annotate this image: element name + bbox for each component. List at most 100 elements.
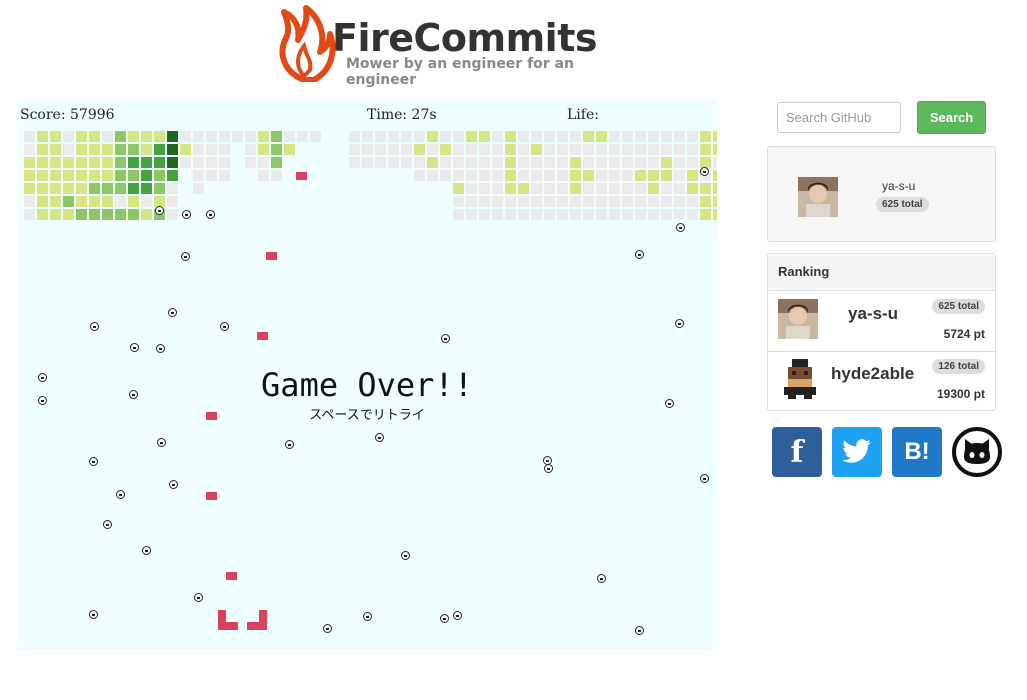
- contribution-cell: [531, 196, 542, 207]
- life-label: Life:: [567, 107, 599, 123]
- contribution-cell: [453, 196, 464, 207]
- contribution-cell: [622, 209, 633, 220]
- contribution-cell: [362, 144, 373, 155]
- contribution-cell: [648, 131, 659, 142]
- rank-user-name[interactable]: hyde2able: [831, 364, 914, 384]
- total-badge: 625 total: [876, 197, 929, 212]
- avatar[interactable]: [780, 359, 820, 399]
- contribution-cell: [141, 196, 152, 207]
- site-logo[interactable]: FireCommits Mower by an engineer for an …: [270, 0, 640, 90]
- contribution-cell: [414, 131, 425, 142]
- contribution-cell: [284, 131, 295, 142]
- enemy-icon: [168, 308, 177, 317]
- search-button[interactable]: Search: [917, 101, 986, 134]
- ranking-row[interactable]: hyde2able 126 total 19300 pt: [768, 351, 995, 411]
- contribution-cell: [700, 209, 711, 220]
- enemy-icon: [89, 457, 98, 466]
- hatena-bookmark-button[interactable]: B!: [892, 427, 942, 477]
- contribution-cell: [440, 144, 451, 155]
- contribution-cell: [544, 157, 555, 168]
- contribution-cell: [206, 131, 217, 142]
- contribution-cell: [245, 144, 256, 155]
- enemy-icon: [635, 250, 644, 259]
- user-name[interactable]: ya-s-u: [882, 179, 915, 193]
- contribution-cell: [76, 144, 87, 155]
- contribution-cell: [206, 157, 217, 168]
- avatar[interactable]: [778, 299, 818, 339]
- contribution-cell: [674, 209, 685, 220]
- contribution-cell: [661, 131, 672, 142]
- contribution-cell: [583, 170, 594, 181]
- contribution-cell: [479, 144, 490, 155]
- contribution-cell: [557, 209, 568, 220]
- contribution-cell: [284, 144, 295, 155]
- bullet: [206, 491, 217, 500]
- contribution-cell: [193, 157, 204, 168]
- search-input[interactable]: [777, 102, 901, 133]
- contribution-cell: [583, 196, 594, 207]
- contribution-cell: [102, 183, 113, 194]
- contribution-cell: [583, 144, 594, 155]
- contribution-cell: [37, 131, 48, 142]
- contribution-cell: [37, 144, 48, 155]
- contribution-cell: [89, 183, 100, 194]
- contribution-cell: [492, 170, 503, 181]
- enemy-icon: [676, 223, 685, 232]
- contribution-cell: [232, 131, 243, 142]
- github-link-button[interactable]: [952, 427, 1002, 477]
- contribution-cell: [479, 170, 490, 181]
- contribution-cell: [687, 183, 698, 194]
- contribution-cell: [622, 170, 633, 181]
- contribution-cell: [258, 170, 269, 181]
- contribution-cell: [492, 196, 503, 207]
- total-badge: 625 total: [932, 299, 985, 314]
- contribution-cell: [102, 196, 113, 207]
- enemy-icon: [206, 210, 215, 219]
- contribution-cell: [102, 170, 113, 181]
- contribution-cell: [193, 170, 204, 181]
- contribution-cell: [635, 209, 646, 220]
- contribution-cell: [648, 144, 659, 155]
- contribution-cell: [453, 170, 464, 181]
- contribution-cell: [661, 209, 672, 220]
- ranking-row[interactable]: ya-s-u 625 total 5724 pt: [768, 291, 995, 352]
- contribution-cell: [505, 183, 516, 194]
- contribution-cell: [557, 183, 568, 194]
- contribution-cell: [219, 170, 230, 181]
- contribution-cell: [635, 131, 646, 142]
- contribution-cell: [661, 170, 672, 181]
- facebook-share-button[interactable]: f: [772, 427, 822, 477]
- twitter-share-button[interactable]: [832, 427, 882, 477]
- contribution-cell: [76, 183, 87, 194]
- contribution-cell: [713, 144, 717, 155]
- contribution-cell: [700, 196, 711, 207]
- contribution-cell: [505, 196, 516, 207]
- brand-name: FireCommits: [332, 16, 598, 60]
- contribution-cell: [622, 144, 633, 155]
- contribution-cell: [89, 157, 100, 168]
- contribution-cell: [622, 157, 633, 168]
- contribution-cell: [635, 183, 646, 194]
- contribution-cell: [167, 209, 178, 220]
- contribution-cell: [128, 183, 139, 194]
- contribution-cell: [648, 196, 659, 207]
- avatar[interactable]: [798, 177, 838, 217]
- contribution-cell: [219, 157, 230, 168]
- contribution-cell: [63, 196, 74, 207]
- contribution-cell: [154, 144, 165, 155]
- contribution-cell: [596, 144, 607, 155]
- contribution-cell: [518, 131, 529, 142]
- enemy-icon: [220, 322, 229, 331]
- contribution-cell: [583, 131, 594, 142]
- game-canvas[interactable]: Score: 57996 Time: 27s Life: Game Over!!…: [17, 100, 717, 650]
- tagline: Mower by an engineer for an engineer: [346, 56, 574, 88]
- rank-user-name[interactable]: ya-s-u: [848, 304, 898, 324]
- contribution-cell: [518, 170, 529, 181]
- contribution-cell: [271, 157, 282, 168]
- contribution-cell: [219, 131, 230, 142]
- contribution-cell: [687, 131, 698, 142]
- contribution-cell: [154, 170, 165, 181]
- contribution-cell: [609, 170, 620, 181]
- contribution-cell: [700, 144, 711, 155]
- contribution-cell: [622, 196, 633, 207]
